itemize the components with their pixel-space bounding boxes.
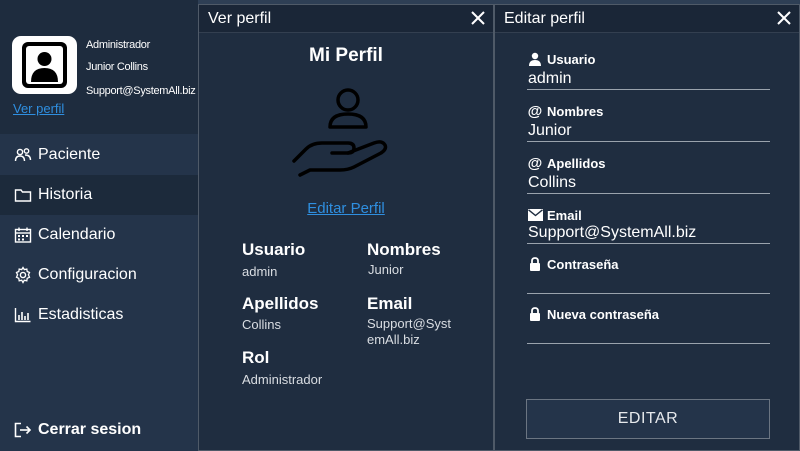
nav-item-configuracion[interactable]: Configuracion [0, 255, 198, 295]
new-password-label-text: Nueva contraseña [547, 306, 659, 322]
edit-profile-link[interactable]: Editar Perfil [199, 200, 493, 217]
nombres-input[interactable] [527, 120, 770, 142]
nombres-label: Nombres [367, 240, 441, 259]
avatar [12, 36, 77, 94]
user-icon [527, 51, 543, 67]
gear-icon [14, 266, 34, 284]
apellidos-field-label: @ Apellidos [527, 154, 606, 172]
lock-icon [527, 306, 543, 322]
profile-heading: Mi Perfil [309, 45, 383, 66]
sign-out-icon [14, 421, 34, 439]
profile-name: Junior Collins [86, 61, 148, 73]
folder-icon [14, 186, 34, 204]
rol-label: Rol [242, 348, 270, 367]
logout-label: Cerrar sesion [38, 421, 142, 438]
apellidos-input[interactable] [527, 172, 770, 194]
usuario-field-label: Usuario [527, 51, 595, 67]
nav-item-historia[interactable]: Historia [0, 175, 198, 215]
users-icon [14, 146, 34, 164]
profile-card: Administrador Junior Collins Support@Sys… [0, 0, 198, 134]
new-password-input[interactable] [527, 322, 770, 344]
email-label-text: Email [547, 207, 582, 223]
panel-title: Ver perfil [208, 10, 272, 27]
password-input[interactable] [527, 272, 770, 294]
envelope-icon [527, 207, 543, 223]
nav-label: Paciente [38, 146, 101, 163]
email-value-line1: Support@Syst [367, 316, 452, 331]
edit-profile-panel: Editar perfil Usuario @ Nombres @ Apelli… [494, 4, 800, 451]
apellidos-value: Collins [242, 317, 282, 332]
calendar-icon [14, 226, 34, 244]
view-profile-link[interactable]: Ver perfil [13, 101, 64, 116]
at-sign-icon: @ [527, 154, 543, 172]
view-profile-panel: Ver perfil Mi Perfil Editar Perfil Usuar… [198, 4, 494, 451]
new-password-field-label: Nueva contraseña [527, 306, 659, 322]
usuario-input[interactable] [527, 68, 770, 90]
nav-label: Estadisticas [38, 306, 124, 323]
user-avatar-icon [22, 42, 67, 88]
email-label: Email [367, 294, 413, 313]
apellidos-label: Apellidos [242, 294, 319, 313]
email-value-line2: emAll.biz [367, 332, 420, 347]
user-hand-icon [292, 88, 388, 177]
at-sign-icon: @ [527, 102, 543, 120]
sidebar: Administrador Junior Collins Support@Sys… [0, 0, 198, 451]
password-field-label: Contraseña [527, 256, 619, 272]
nombres-value: Junior [368, 262, 404, 277]
panel-title: Editar perfil [504, 10, 585, 27]
panel-header: Ver perfil [199, 5, 493, 33]
email-input[interactable] [527, 222, 770, 244]
nav-item-calendario[interactable]: Calendario [0, 215, 198, 255]
usuario-label-text: Usuario [547, 51, 596, 67]
nav-label: Configuracion [38, 266, 137, 283]
profile-email: Support@SystemAll.biz [86, 85, 196, 97]
nombres-field-label: @ Nombres [527, 102, 604, 120]
email-field-label: Email [527, 207, 582, 223]
password-label-text: Contraseña [547, 256, 619, 272]
nav-item-estadisticas[interactable]: Estadisticas [0, 295, 198, 335]
panel-header: Editar perfil [495, 5, 799, 33]
nav-label: Historia [38, 186, 93, 203]
close-icon[interactable] [469, 9, 487, 27]
usuario-value: admin [242, 264, 278, 279]
usuario-label: Usuario [242, 240, 306, 259]
nombres-label-text: Nombres [547, 103, 604, 119]
lock-icon [527, 256, 543, 272]
edit-submit-button[interactable]: EDITAR [526, 399, 770, 439]
nav-item-paciente[interactable]: Paciente [0, 135, 198, 175]
apellidos-label-text: Apellidos [547, 155, 606, 171]
profile-role: Administrador [86, 39, 150, 51]
logout-button[interactable]: Cerrar sesion [14, 421, 141, 439]
app-window: Administrador Junior Collins Support@Sys… [0, 0, 800, 451]
close-icon[interactable] [775, 9, 793, 27]
nav-label: Calendario [38, 226, 116, 243]
rol-value: Administrador [242, 372, 323, 387]
bar-chart-icon [14, 306, 34, 324]
